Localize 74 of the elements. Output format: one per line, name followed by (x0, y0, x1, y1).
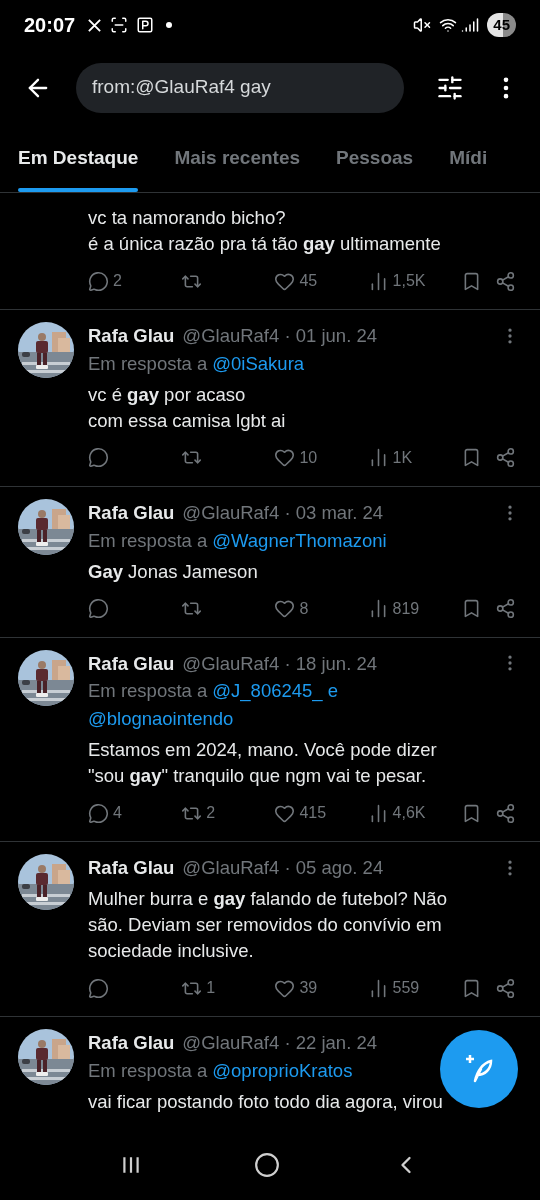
share-icon[interactable] (494, 598, 516, 619)
reply-icon[interactable] (88, 270, 109, 292)
like-count: 45 (299, 271, 318, 291)
tab[interactable]: Em Destaque (18, 125, 139, 192)
tweet-text: com essa camisa lgbt ai (88, 408, 287, 433)
tab[interactable]: Pessoas (336, 125, 414, 192)
status-time: 20:07 (24, 13, 76, 38)
recent-apps-icon[interactable] (120, 1154, 142, 1176)
mention-link[interactable]: @oproprioKratos (212, 1059, 353, 1081)
author-name: Rafa Glau (88, 651, 175, 676)
dot-icon (166, 22, 173, 28)
reply-count: 4 (113, 803, 122, 824)
tweet-text: sociedade inclusive. (88, 939, 255, 963)
tweet-text: Mulher burra e gay falando de futebol? Não (88, 887, 448, 911)
reply-count: 2 (113, 271, 122, 291)
parking-icon (136, 16, 155, 34)
signal-icon (461, 16, 480, 34)
reply-icon[interactable] (88, 802, 109, 824)
wifi-icon (439, 16, 458, 34)
like-icon[interactable] (274, 598, 296, 619)
share-icon[interactable] (494, 977, 516, 999)
view-count: 1K (392, 447, 413, 468)
author-name: Rafa Glau (88, 856, 175, 881)
mute-icon (413, 16, 432, 34)
view-count: 1,5K (392, 271, 426, 291)
reply-label: Em resposta a (88, 1059, 208, 1081)
share-icon[interactable] (494, 802, 516, 824)
repost-count: 2 (206, 803, 216, 824)
view-count: 4,6K (392, 803, 426, 824)
mention-link[interactable]: @WagnerThomazoni (212, 529, 387, 551)
tweet-text: vai ficar postando foto todo dia agora, virou (88, 1089, 444, 1114)
tweet-meta: @GlauRaf4 · 18 jun. 24 (182, 651, 377, 676)
author-name: Rafa Glau (88, 1031, 175, 1055)
tweet-text: vc é gay por acaso (88, 382, 247, 407)
tweet-meta: @GlauRaf4 · 01 jun. 24 (182, 324, 377, 348)
tab[interactable]: Mídi (449, 125, 488, 192)
battery-indicator: 45 (487, 12, 516, 38)
like-count: 8 (299, 598, 309, 619)
like-count: 39 (299, 978, 318, 998)
home-icon[interactable] (254, 1152, 280, 1178)
view-count: 559 (392, 978, 420, 998)
compose-icon (463, 1053, 495, 1085)
repost-count: 1 (206, 978, 216, 998)
mention-link[interactable]: @blognaointendo (88, 708, 234, 730)
tweet-meta: @GlauRaf4 · 05 ago. 24 (182, 856, 384, 881)
author-name: Rafa Glau (88, 324, 175, 348)
mention-link[interactable]: @0iSakura (212, 352, 305, 374)
tweet-text: "sou gay" tranquilo que ngm vai te pesar. (88, 764, 428, 789)
reply-icon[interactable] (88, 598, 109, 619)
tweet-text: é a única razão pra tá tão gay ultimamente (88, 232, 442, 256)
author-name: Rafa Glau (88, 500, 175, 525)
reply-label: Em resposta a (88, 529, 208, 551)
tweet-text: Gay Jonas Jameson (88, 559, 259, 584)
x-logo-icon (87, 17, 103, 33)
tweet-text: Estamos em 2024, mano. Você pode dizer (88, 738, 438, 763)
share-icon[interactable] (494, 447, 516, 469)
search-field[interactable]: from:@GlauRaf4 gay (76, 62, 404, 113)
screenshot-icon (110, 16, 129, 34)
mention-link[interactable]: @J_806245_ e (212, 680, 339, 702)
reply-label: Em resposta a (88, 680, 208, 702)
tab[interactable]: Mais recentes (174, 125, 301, 192)
tweet-text: vc ta namorando bicho? (88, 206, 287, 230)
like-icon[interactable] (274, 447, 296, 469)
reply-label: Em resposta a (88, 352, 208, 374)
tweet-meta: @GlauRaf4 · 22 jan. 24 (182, 1031, 377, 1055)
like-count: 10 (299, 447, 318, 468)
reply-icon[interactable] (88, 977, 109, 999)
tweet-text: são. Deviam ser removidos do convívio em (88, 913, 443, 937)
like-count: 415 (299, 803, 327, 824)
reply-icon[interactable] (88, 447, 109, 469)
view-count: 819 (392, 598, 420, 619)
share-icon[interactable] (494, 270, 516, 292)
filter-icon[interactable] (436, 73, 464, 102)
tweet-meta: @GlauRaf4 · 03 mar. 24 (182, 500, 384, 525)
